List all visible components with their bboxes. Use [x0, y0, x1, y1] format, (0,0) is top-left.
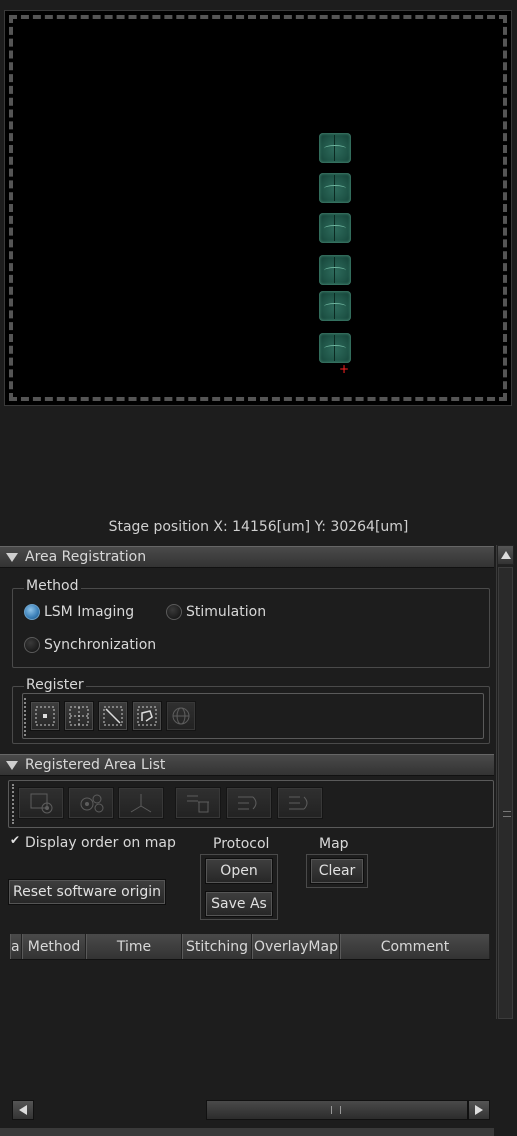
protocol-save-as-button[interactable]: Save As — [205, 891, 273, 917]
column-header-comment[interactable]: Comment — [340, 934, 490, 959]
radio-stimulation[interactable]: Stimulation — [166, 604, 266, 620]
tissue-section-thumbnail[interactable] — [319, 173, 351, 203]
registered-area-list-header[interactable]: Registered Area List — [0, 754, 494, 776]
scrollbar-thumb[interactable] — [498, 567, 513, 1019]
diagonal-area-icon[interactable] — [98, 701, 128, 731]
stage-position-marker: + — [339, 362, 350, 376]
collapse-triangle-icon[interactable] — [6, 760, 18, 770]
column-header-method[interactable]: Method — [22, 934, 86, 959]
method-group — [12, 588, 490, 668]
settings-area-icon[interactable] — [18, 787, 64, 819]
column-header-index[interactable]: a — [10, 934, 22, 959]
vertical-scrollbar[interactable] — [496, 545, 514, 1019]
map-clear-button[interactable]: Clear — [310, 858, 364, 884]
area-registration-header[interactable]: Area Registration — [0, 546, 494, 568]
polygon-area-icon[interactable] — [132, 701, 162, 731]
registered-area-list-title: Registered Area List — [25, 757, 166, 773]
tissue-section-thumbnail[interactable] — [319, 333, 351, 363]
column-header-overlaymap[interactable]: OverlayMap — [252, 934, 340, 959]
radio-unselected-icon[interactable] — [166, 604, 182, 620]
radio-selected-icon[interactable] — [24, 604, 40, 620]
grip-icon — [503, 811, 511, 817]
method-group-label: Method — [24, 578, 81, 594]
tissue-section-thumbnail[interactable] — [319, 291, 351, 321]
collapse-triangle-icon[interactable] — [6, 552, 18, 562]
tissue-section-thumbnail[interactable] — [319, 133, 351, 163]
column-header-stitching[interactable]: Stitching — [182, 934, 252, 959]
bottom-edge — [0, 1128, 494, 1136]
globe-grid-icon[interactable] — [166, 701, 196, 731]
toolbar-grip[interactable] — [12, 784, 15, 824]
move-list-up-icon[interactable] — [226, 787, 272, 819]
camera-settings-icon[interactable] — [68, 787, 114, 819]
stage-axis-icon[interactable] — [118, 787, 164, 819]
tile-register-icon[interactable] — [64, 701, 94, 731]
scroll-left-icon[interactable] — [12, 1100, 34, 1120]
stage-map-canvas[interactable]: + — [17, 23, 499, 393]
stage-position-readout: Stage position X: 14156[um] Y: 30264[um] — [108, 519, 409, 535]
toolbar-grip[interactable] — [24, 698, 27, 736]
radio-label: Synchronization — [44, 637, 157, 653]
radio-label: LSM Imaging — [44, 604, 135, 620]
tissue-section-thumbnail[interactable] — [319, 255, 351, 285]
stage-map[interactable]: + — [4, 10, 512, 406]
column-header-time[interactable]: Time — [86, 934, 182, 959]
delete-list-icon[interactable] — [175, 787, 221, 819]
radio-unselected-icon[interactable] — [24, 637, 40, 653]
area-registration-title: Area Registration — [25, 549, 147, 565]
point-register-icon[interactable] — [30, 701, 60, 731]
scroll-right-icon[interactable] — [468, 1100, 490, 1120]
radio-synchronization[interactable]: Synchronization — [24, 637, 156, 653]
scroll-up-icon[interactable] — [497, 545, 514, 565]
tissue-section-thumbnail[interactable] — [319, 213, 351, 243]
radio-lsm-imaging[interactable]: LSM Imaging — [24, 604, 134, 620]
move-list-down-icon[interactable] — [277, 787, 323, 819]
checkmark-icon[interactable] — [10, 833, 22, 849]
protocol-label: Protocol — [211, 836, 272, 852]
horizontal-scrollbar[interactable] — [12, 1100, 490, 1120]
display-order-checkbox[interactable]: Display order on map — [10, 833, 176, 851]
horizontal-scrollbar-thumb[interactable] — [206, 1100, 468, 1120]
display-order-label: Display order on map — [25, 835, 176, 851]
protocol-open-button[interactable]: Open — [205, 858, 273, 884]
reset-software-origin-button[interactable]: Reset software origin — [8, 879, 166, 905]
register-group-label: Register — [24, 677, 86, 693]
registered-area-table-header: a Method Time Stitching OverlayMap Comme… — [10, 934, 490, 960]
radio-label: Stimulation — [186, 604, 267, 620]
map-label: Map — [317, 836, 351, 852]
